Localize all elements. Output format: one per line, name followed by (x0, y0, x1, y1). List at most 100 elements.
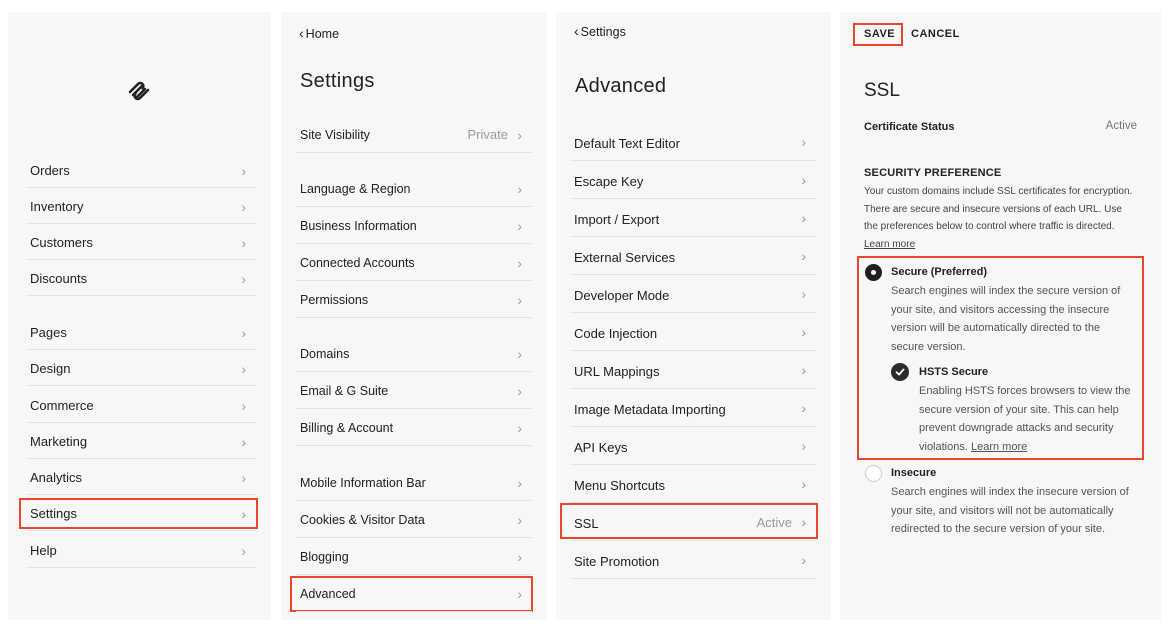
advanced-item-default-text-editor[interactable]: Default Text Editor › (570, 123, 816, 161)
hsts-checkbox[interactable] (891, 363, 909, 381)
learn-more-link[interactable]: Learn more (971, 441, 1027, 453)
certificate-status-value: Active (1105, 120, 1137, 132)
menu-item-discounts[interactable]: Discounts › (26, 260, 256, 296)
menu-item-customers-label: Customers (30, 235, 93, 250)
page-title: Settings (300, 70, 375, 92)
advanced-item-ssl[interactable]: SSL Active › (570, 503, 816, 541)
chevron-right-icon: › (801, 248, 806, 264)
menu-item-design-label: Design (30, 361, 71, 376)
advanced-item-escape-key-label: Escape Key (574, 174, 644, 189)
settings-item-blogging[interactable]: Blogging › (296, 538, 532, 575)
certificate-status-label: Certificate Status (864, 121, 955, 133)
menu-item-marketing[interactable]: Marketing › (26, 423, 256, 459)
advanced-item-import-export-label: Import / Export (574, 212, 660, 227)
advanced-panel: ‹ Settings Advanced Default Text Editor › E… (556, 12, 831, 620)
chevron-right-icon: › (801, 438, 806, 454)
chevron-right-icon: › (801, 172, 806, 188)
squarespace-logo-icon[interactable] (124, 80, 154, 102)
secure-option-title[interactable]: Secure (Preferred) (891, 266, 987, 278)
advanced-item-ssl-label: SSL (574, 516, 599, 531)
chevron-right-icon: › (801, 134, 806, 150)
chevron-right-icon: › (517, 549, 522, 565)
secure-radio[interactable] (865, 264, 882, 281)
settings-item-advanced[interactable]: Advanced › (296, 575, 532, 612)
back-home-link[interactable]: ‹ Home (299, 25, 339, 41)
chevron-right-icon: › (241, 163, 246, 179)
advanced-item-import-export[interactable]: Import / Export › (570, 199, 816, 237)
chevron-right-icon: › (241, 470, 246, 486)
back-settings-link[interactable]: ‹ Settings (574, 23, 626, 39)
security-preference-header: SECURITY PREFERENCE (864, 167, 1002, 179)
menu-item-customers[interactable]: Customers › (26, 224, 256, 260)
advanced-item-image-metadata-importing-label: Image Metadata Importing (574, 402, 726, 417)
menu-item-settings[interactable]: Settings › (26, 495, 256, 531)
menu-item-inventory[interactable]: Inventory › (26, 188, 256, 224)
chevron-right-icon: › (517, 255, 522, 271)
advanced-item-developer-mode-label: Developer Mode (574, 288, 670, 303)
main-menu-panel: Orders › Inventory › Customers › Discounts › Pag… (8, 12, 271, 620)
chevron-right-icon: › (801, 210, 806, 226)
advanced-item-api-keys-label: API Keys (574, 440, 628, 455)
settings-item-permissions[interactable]: Permissions › (296, 281, 532, 318)
advanced-item-url-mappings-label: URL Mappings (574, 364, 660, 379)
settings-item-cookies-visitor-data[interactable]: Cookies & Visitor Data › (296, 501, 532, 538)
advanced-item-api-keys[interactable]: API Keys › (570, 427, 816, 465)
menu-item-marketing-label: Marketing (30, 434, 88, 449)
menu-item-help[interactable]: Help › (26, 532, 256, 568)
menu-item-discounts-label: Discounts (30, 271, 88, 286)
settings-item-domains-label: Domains (300, 347, 350, 361)
cancel-button[interactable]: CANCEL (911, 28, 960, 40)
insecure-radio[interactable] (865, 465, 882, 482)
menu-item-pages-label: Pages (30, 325, 67, 340)
site-visibility-row[interactable]: Site Visibility Private › (296, 116, 532, 153)
secure-option-description: Search engines will index the secure ver… (891, 285, 1121, 353)
advanced-item-default-text-editor-label: Default Text Editor (574, 136, 680, 151)
settings-item-domains[interactable]: Domains › (296, 335, 532, 372)
chevron-right-icon: › (801, 552, 806, 568)
settings-item-email-g-suite-label: Email & G Suite (300, 384, 389, 398)
settings-item-business-information[interactable]: Business Information › (296, 207, 532, 244)
settings-panel: ‹ Home Settings Site Visibility Private ›… (281, 12, 547, 620)
advanced-item-ssl-value: Active (756, 515, 792, 530)
advanced-item-image-metadata-importing[interactable]: Image Metadata Importing › (570, 389, 816, 427)
menu-item-design[interactable]: Design › (26, 350, 256, 386)
advanced-item-external-services[interactable]: External Services › (570, 237, 816, 275)
insecure-option-title[interactable]: Insecure (891, 467, 936, 479)
advanced-item-site-promotion[interactable]: Site Promotion › (570, 541, 816, 579)
hsts-option-title[interactable]: HSTS Secure (919, 366, 988, 378)
hsts-option-description: Enabling HSTS forces browsers to view th… (919, 385, 1131, 453)
chevron-right-icon: › (517, 512, 522, 528)
settings-item-advanced-label: Advanced (300, 587, 356, 601)
advanced-item-external-services-label: External Services (574, 250, 676, 265)
settings-item-language-region-label: Language & Region (300, 182, 411, 196)
menu-item-analytics-label: Analytics (30, 470, 83, 485)
chevron-right-icon: › (801, 324, 806, 340)
advanced-item-code-injection[interactable]: Code Injection › (570, 313, 816, 351)
settings-item-cookies-visitor-data-label: Cookies & Visitor Data (300, 513, 425, 527)
advanced-item-code-injection-label: Code Injection (574, 326, 658, 341)
advanced-item-escape-key[interactable]: Escape Key › (570, 161, 816, 199)
menu-item-orders[interactable]: Orders › (26, 152, 256, 188)
menu-item-help-label: Help (30, 543, 57, 558)
page-title: SSL (864, 80, 900, 101)
settings-item-email-g-suite[interactable]: Email & G Suite › (296, 372, 532, 409)
learn-more-link[interactable]: Learn more (864, 239, 915, 250)
chevron-right-icon: › (801, 362, 806, 378)
chevron-right-icon: › (801, 514, 806, 530)
chevron-right-icon: › (801, 400, 806, 416)
chevron-right-icon: › (517, 383, 522, 399)
menu-item-pages[interactable]: Pages › (26, 314, 256, 350)
advanced-item-developer-mode[interactable]: Developer Mode › (570, 275, 816, 313)
security-description: Your custom domains include SSL certific… (864, 186, 1133, 250)
advanced-item-menu-shortcuts[interactable]: Menu Shortcuts › (570, 465, 816, 503)
settings-item-language-region[interactable]: Language & Region › (296, 170, 532, 207)
settings-item-billing-account-label: Billing & Account (300, 421, 394, 435)
advanced-item-url-mappings[interactable]: URL Mappings › (570, 351, 816, 389)
menu-item-commerce[interactable]: Commerce › (26, 387, 256, 423)
settings-item-mobile-information-bar[interactable]: Mobile Information Bar › (296, 464, 532, 501)
settings-item-connected-accounts[interactable]: Connected Accounts › (296, 244, 532, 281)
menu-item-analytics[interactable]: Analytics › (26, 459, 256, 495)
menu-item-commerce-label: Commerce (30, 398, 94, 413)
settings-item-billing-account[interactable]: Billing & Account › (296, 409, 532, 446)
save-button[interactable]: SAVE (864, 28, 895, 40)
